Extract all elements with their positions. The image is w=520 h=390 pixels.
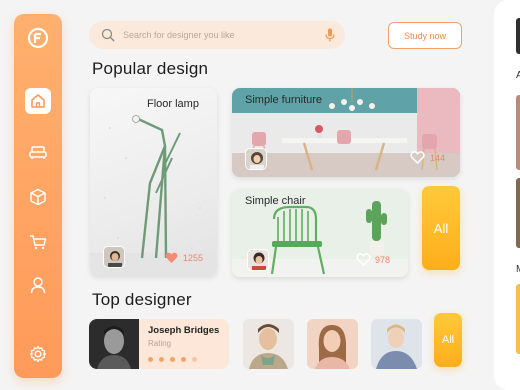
designers-all-button[interactable]: All [434, 313, 462, 367]
search-icon [101, 28, 115, 42]
rating-dot [181, 357, 186, 362]
right-panel-label: A [516, 70, 520, 81]
top-designer-title: Top designer [92, 290, 192, 309]
like-count: 1255 [183, 253, 204, 263]
cube-icon[interactable] [26, 185, 50, 209]
simple-furniture-card[interactable]: Simple furniture 144 [232, 88, 460, 177]
right-panel: A M [494, 0, 520, 390]
card-title: Simple chair [245, 195, 306, 207]
right-panel-label: M [516, 264, 520, 275]
card-title: Simple furniture [245, 94, 323, 106]
designer-photo [89, 319, 139, 369]
designer-avatar[interactable] [103, 246, 125, 268]
designer-portrait[interactable] [243, 319, 294, 369]
simple-chair-card[interactable]: Simple chair 978 [232, 189, 408, 277]
designer-portrait[interactable] [307, 319, 358, 369]
sidebar [14, 14, 62, 378]
search-input[interactable] [123, 27, 319, 43]
designer-avatar[interactable] [245, 148, 267, 170]
heart-icon[interactable] [410, 151, 425, 164]
cart-icon[interactable] [26, 230, 50, 254]
logo-icon[interactable] [26, 26, 50, 50]
user-icon[interactable] [26, 273, 50, 297]
app-canvas: Study now Popular design Floor lamp 1255 [0, 0, 520, 390]
floor-lamp-card[interactable]: Floor lamp 1255 [90, 88, 217, 276]
designer-role: Rating [148, 339, 172, 348]
designer-avatar[interactable] [247, 249, 269, 271]
settings-icon[interactable] [26, 342, 50, 366]
popular-design-title: Popular design [92, 59, 209, 78]
right-panel-thumbnail [516, 18, 520, 54]
like-count: 978 [375, 255, 391, 265]
like-count: 144 [430, 153, 446, 163]
designer-portrait[interactable] [371, 319, 422, 369]
home-icon[interactable] [25, 88, 51, 114]
search-bar[interactable] [89, 21, 345, 49]
designer-name: Joseph Bridges [148, 325, 220, 336]
popular-all-button[interactable]: All [422, 186, 460, 270]
rating-dot [159, 357, 164, 362]
rating-dot [170, 357, 175, 362]
rating-dot [148, 357, 153, 362]
rating-dot [192, 357, 197, 362]
study-now-button[interactable]: Study now [388, 22, 462, 49]
featured-designer-card[interactable]: Joseph Bridges Rating [89, 319, 229, 369]
sofa-icon[interactable] [26, 141, 50, 165]
right-panel-thumbnail [516, 95, 520, 170]
right-panel-thumbnail [516, 178, 520, 248]
right-panel-thumbnail [516, 284, 520, 354]
card-title: Floor lamp [147, 98, 199, 110]
heart-icon[interactable] [356, 253, 371, 266]
heart-icon[interactable] [165, 252, 178, 264]
microphone-icon[interactable] [325, 28, 335, 42]
